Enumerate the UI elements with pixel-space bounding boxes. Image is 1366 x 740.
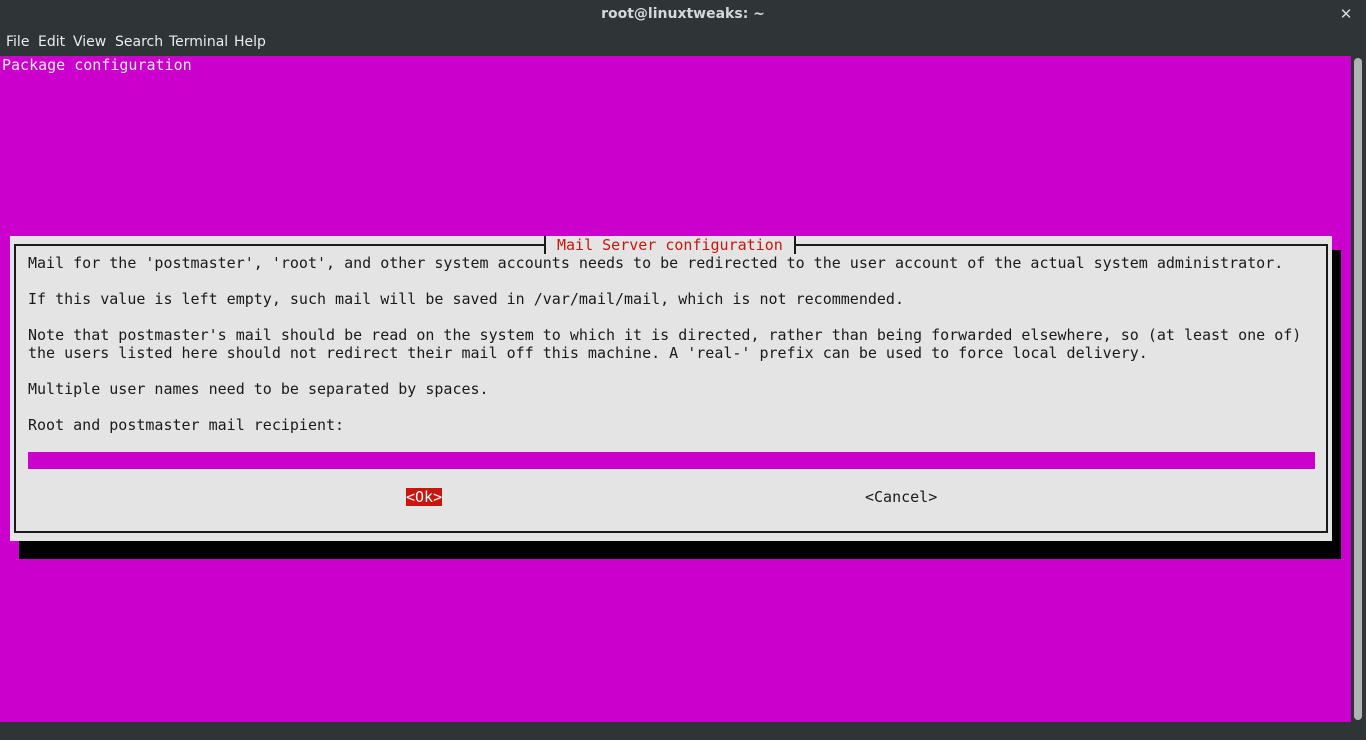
window-titlebar: root@linuxtweaks: ~ ✕ <box>0 0 1366 30</box>
terminal-scrollbar[interactable] <box>1351 56 1366 722</box>
menu-file[interactable]: File <box>6 30 29 56</box>
close-icon[interactable]: ✕ <box>1336 0 1356 30</box>
cancel-button[interactable]: <Cancel> <box>865 488 937 506</box>
menu-view[interactable]: View <box>73 30 106 56</box>
dialog-paragraph-3-line-1: Note that postmaster's mail should be re… <box>28 326 1302 344</box>
menu-help[interactable]: Help <box>234 30 266 56</box>
dialog-paragraph-2: If this value is left empty, such mail w… <box>28 290 904 308</box>
menu-search[interactable]: Search <box>115 30 163 56</box>
terminal-area[interactable]: Package configuration Mail Server config… <box>0 56 1351 722</box>
dialog-paragraph-4: Multiple user names need to be separated… <box>28 380 489 398</box>
window-title: root@linuxtweaks: ~ <box>601 6 765 22</box>
recipient-input[interactable] <box>28 452 1315 469</box>
menu-bar: File Edit View Search Terminal Help <box>0 30 1366 56</box>
package-configuration-header: Package configuration <box>2 56 192 74</box>
menu-edit[interactable]: Edit <box>38 30 65 56</box>
ok-button[interactable]: <Ok> <box>406 488 443 506</box>
mail-server-dialog: Mail Server configuration Mail for the '… <box>10 236 1332 541</box>
scrollbar-thumb[interactable] <box>1354 58 1362 720</box>
dialog-paragraph-3-line-2: the users listed here should not redirec… <box>28 344 1148 362</box>
dialog-title: Mail Server configuration <box>544 236 796 254</box>
recipient-label: Root and postmaster mail recipient: <box>28 416 345 434</box>
window-bottom-border <box>0 722 1366 740</box>
menu-terminal[interactable]: Terminal <box>169 30 228 56</box>
dialog-paragraph-1: Mail for the 'postmaster', 'root', and o… <box>28 254 1284 272</box>
